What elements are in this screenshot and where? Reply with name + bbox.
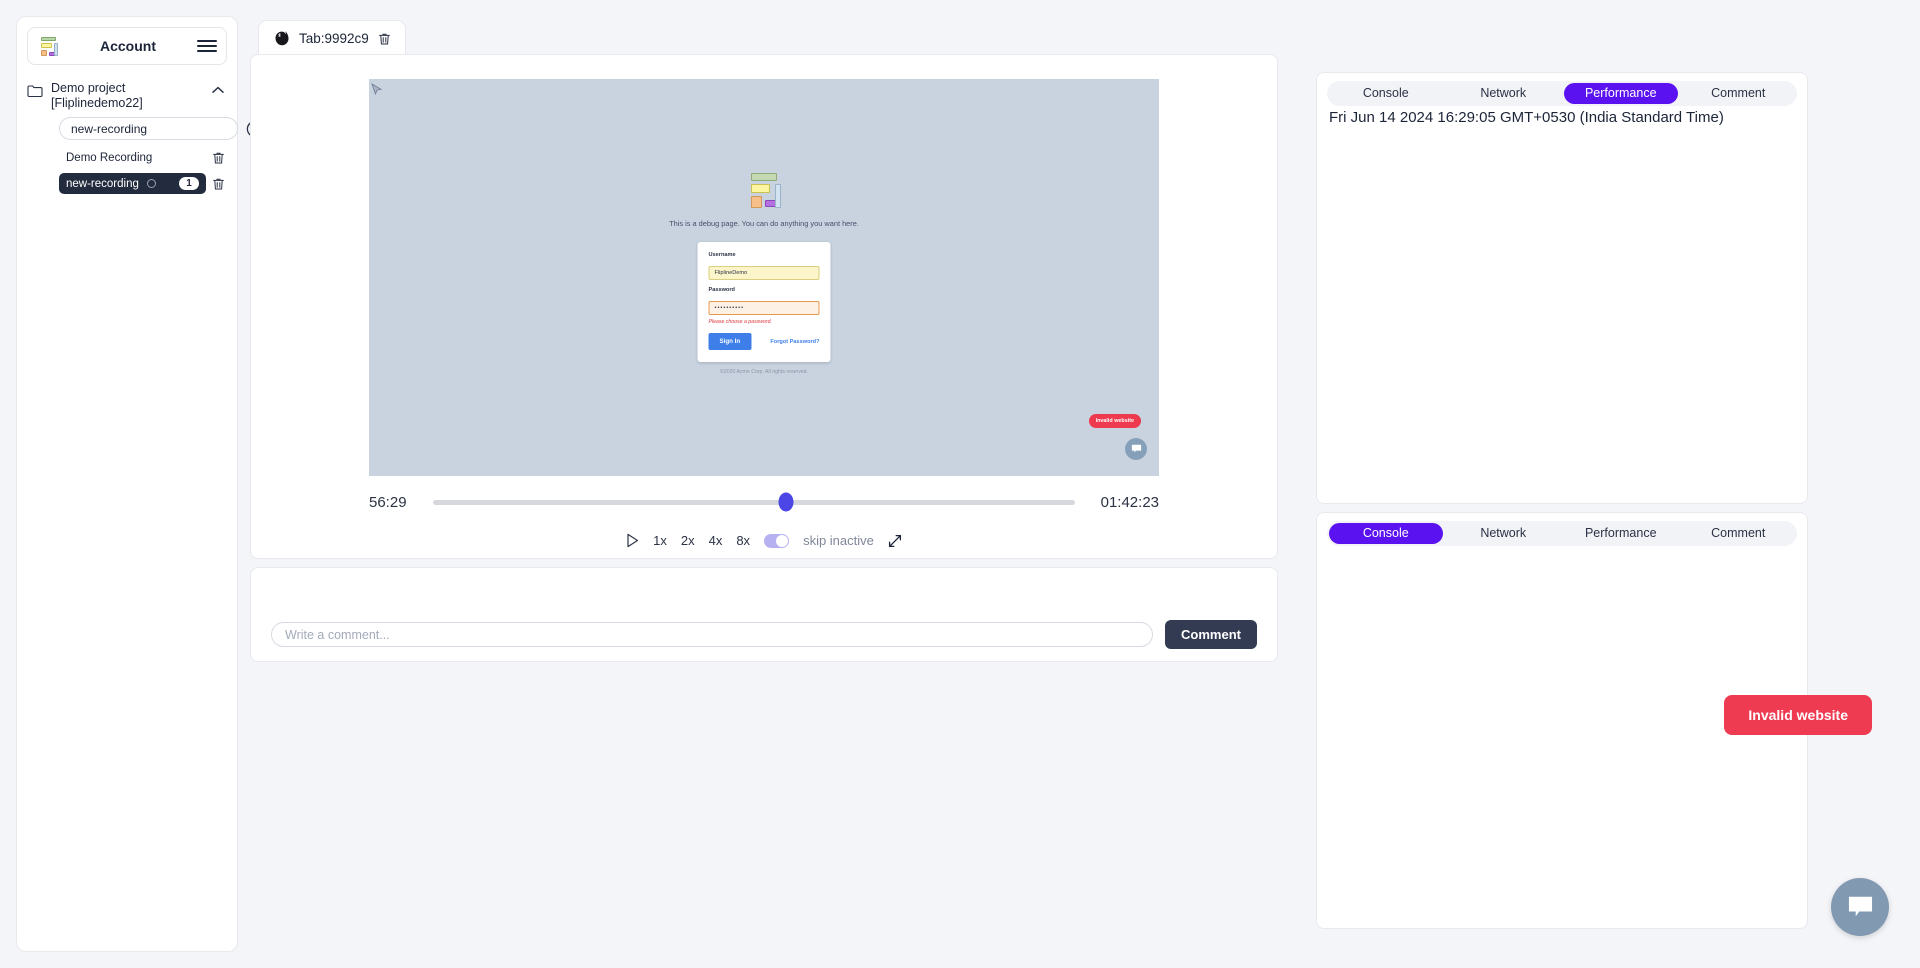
speed-2x[interactable]: 2x xyxy=(681,533,695,548)
chevron-up-icon[interactable] xyxy=(211,85,225,95)
tab-strip: Tab:9992c9 xyxy=(250,16,1312,56)
firefox-icon xyxy=(275,31,289,46)
tab-performance[interactable]: Performance xyxy=(1564,83,1678,104)
username-field[interactable] xyxy=(708,266,820,280)
comment-card: Comment xyxy=(250,567,1278,662)
list-item: Demo Recording xyxy=(59,146,225,169)
replay-viewport[interactable]: This is a debug page. You can do anythin… xyxy=(369,79,1159,476)
blocks-logo-icon xyxy=(744,173,784,209)
speed-1x[interactable]: 1x xyxy=(653,533,667,548)
comment-input[interactable] xyxy=(271,622,1154,647)
current-time: 56:29 xyxy=(369,493,407,511)
chat-bubble-glyph xyxy=(1131,444,1141,453)
invalid-website-button[interactable]: Invalid website xyxy=(1724,695,1872,735)
seek-slider[interactable] xyxy=(432,492,1075,512)
recording-label: Demo Recording xyxy=(66,151,153,164)
recording-list: Demo Recording new-recording 1 xyxy=(17,144,237,195)
chat-bubble-glyph xyxy=(1848,896,1872,917)
trash-icon[interactable] xyxy=(212,151,225,165)
total-time: 01:42:23 xyxy=(1100,493,1159,511)
blocks-logo-icon xyxy=(37,35,59,57)
trash-icon[interactable] xyxy=(212,177,225,191)
recording-item-demo-recording[interactable]: Demo Recording xyxy=(59,147,206,168)
tab-comment[interactable]: Comment xyxy=(1682,83,1796,104)
folder-icon xyxy=(27,85,43,98)
comment-submit-button[interactable]: Comment xyxy=(1165,620,1257,649)
playback-controls: 1x 2x 4x 8x skip inactive xyxy=(251,533,1277,548)
expand-icon[interactable] xyxy=(888,534,902,548)
devtools-tabs-primary: Console Network Performance Comment xyxy=(1327,81,1797,106)
speed-4x[interactable]: 4x xyxy=(709,533,723,548)
password-label: Password xyxy=(708,287,735,293)
devtools-tabs-secondary: Console Network Performance Comment xyxy=(1327,521,1797,546)
username-label: Username xyxy=(708,252,736,258)
skip-inactive-toggle[interactable] xyxy=(764,533,790,548)
devtools-panel-primary: Console Network Performance Comment Fri … xyxy=(1316,72,1808,504)
project-name: Demo project [Fliplinedemo22] xyxy=(51,81,143,110)
project-header[interactable]: Demo project [Fliplinedemo22] xyxy=(17,75,237,113)
debug-page-text: This is a debug page. You can do anythin… xyxy=(669,219,859,228)
status-dot-icon xyxy=(146,179,156,188)
forgot-password-link[interactable]: Forgot Password? xyxy=(770,339,819,345)
copyright-text: ©2020 Acme Corp. All rights reserved. xyxy=(719,369,808,375)
tab-network[interactable]: Network xyxy=(1447,83,1561,104)
seek-row: 56:29 01:42:23 xyxy=(251,492,1277,512)
new-recording-row xyxy=(17,113,264,144)
sidebar: Account Demo project [Fliplinedemo22] De… xyxy=(16,16,264,952)
recording-label: new-recording xyxy=(66,177,139,190)
app-root: Account Demo project [Fliplinedemo22] De… xyxy=(0,0,1920,968)
main-area: Tab:9992c9 This is a debug page. You can… xyxy=(250,16,1312,952)
tab-label: Tab:9992c9 xyxy=(299,31,369,46)
tab-9992c9[interactable]: Tab:9992c9 xyxy=(258,20,406,56)
recording-item-new-recording[interactable]: new-recording 1 xyxy=(59,173,206,194)
skip-inactive-label: skip inactive xyxy=(803,533,874,548)
tab-comment[interactable]: Comment xyxy=(1682,523,1796,544)
password-error-text: Please choose a password. xyxy=(708,319,772,325)
invalid-website-badge-mini[interactable]: Invalid website xyxy=(1088,414,1141,428)
tab-network[interactable]: Network xyxy=(1447,523,1561,544)
chat-bubble-icon[interactable] xyxy=(1125,438,1147,460)
comment-row: Comment xyxy=(251,620,1277,649)
tab-performance[interactable]: Performance xyxy=(1564,523,1678,544)
account-bar: Account xyxy=(27,27,227,65)
sign-in-button[interactable]: Sign In xyxy=(708,333,752,350)
account-label: Account xyxy=(100,38,156,54)
performance-timestamp: Fri Jun 14 2024 16:29:05 GMT+0530 (India… xyxy=(1329,109,1724,126)
new-recording-input[interactable] xyxy=(59,117,238,140)
player-card: This is a debug page. You can do anythin… xyxy=(250,54,1278,559)
login-form: Username Password Please choose a passwo… xyxy=(697,242,831,362)
password-field[interactable] xyxy=(708,301,820,315)
seek-track xyxy=(432,499,1075,505)
trash-icon[interactable] xyxy=(378,32,391,46)
recording-count-badge: 1 xyxy=(179,177,199,190)
tab-console[interactable]: Console xyxy=(1329,523,1443,544)
mouse-cursor-icon xyxy=(371,83,383,96)
list-item: new-recording 1 xyxy=(59,172,225,195)
seek-thumb[interactable] xyxy=(778,492,794,512)
hamburger-menu-icon[interactable] xyxy=(197,40,217,52)
speed-8x[interactable]: 8x xyxy=(736,533,750,548)
chat-bubble-icon[interactable] xyxy=(1831,878,1889,936)
play-icon[interactable] xyxy=(626,533,639,548)
tab-console[interactable]: Console xyxy=(1329,83,1443,104)
